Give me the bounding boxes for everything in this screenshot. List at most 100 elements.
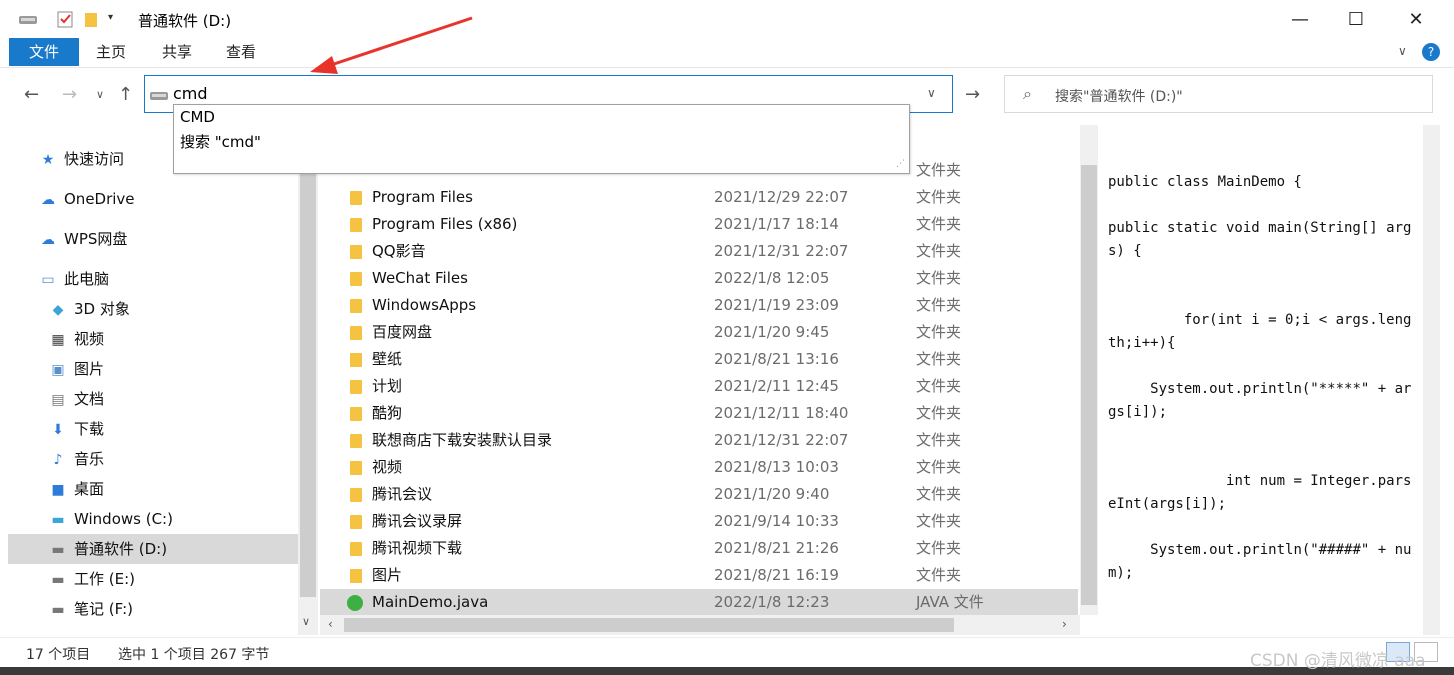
folder-icon	[350, 353, 362, 367]
file-list: 文件夹 Program Files 2021/12/29 22:07 文件夹 Pro…	[320, 125, 1080, 616]
sidebar-scrollbar[interactable]: ∨	[298, 125, 318, 635]
sidebar-item-desktop[interactable]: ■ 桌面	[48, 474, 104, 504]
list-item[interactable]: 酷狗 2021/12/11 18:40 文件夹	[320, 400, 1078, 427]
list-item[interactable]: Program Files (x86) 2021/1/17 18:14 文件夹	[320, 211, 1078, 238]
folder-icon	[350, 299, 362, 313]
properties-icon[interactable]	[56, 10, 74, 32]
list-item[interactable]: 联想商店下载安装默认目录 2021/12/31 22:07 文件夹	[320, 427, 1078, 454]
sidebar-item-pictures[interactable]: ▣ 图片	[48, 354, 104, 384]
folder-icon	[350, 191, 362, 205]
sidebar-item-drive-e[interactable]: ▬ 工作 (E:)	[48, 564, 135, 594]
folder-icon	[350, 272, 362, 286]
sidebar-item-music[interactable]: ♪ 音乐	[48, 444, 104, 474]
selection-info: 选中 1 个项目 267 字节	[118, 647, 270, 663]
preview-pane: public class MainDemo { public static vo…	[1100, 125, 1422, 635]
list-item-selected[interactable]: MainDemo.java 2022/1/8 12:23 JAVA 文件	[320, 589, 1078, 616]
item-count: 17 个项目	[26, 647, 91, 663]
list-item[interactable]: 视频 2021/8/13 10:03 文件夹	[320, 454, 1078, 481]
folder-icon	[350, 515, 362, 529]
folder-icon	[350, 326, 362, 340]
list-item[interactable]: QQ影音 2021/12/31 22:07 文件夹	[320, 238, 1078, 265]
list-item[interactable]: 腾讯会议录屏 2021/9/14 10:33 文件夹	[320, 508, 1078, 535]
tab-home[interactable]: 主页	[84, 38, 138, 66]
tab-file[interactable]: 文件	[9, 38, 79, 66]
minimize-button[interactable]: —	[1272, 0, 1328, 38]
folder-icon	[350, 542, 362, 556]
list-item[interactable]: 计划 2021/2/11 12:45 文件夹	[320, 373, 1078, 400]
list-item[interactable]: 图片 2021/8/21 16:19 文件夹	[320, 562, 1078, 589]
go-arrow-icon[interactable]: →	[965, 84, 980, 105]
drive-icon: ▬	[51, 542, 65, 558]
search-field[interactable]: ⌕ 搜索"普通软件 (D:)"	[1004, 75, 1433, 113]
drive-icon[interactable]	[18, 12, 38, 30]
music-icon: ♪	[53, 452, 63, 468]
title-bar: ▾ 普通软件 (D:) — ☐ ✕	[0, 0, 1454, 38]
drive-icon: ▬	[51, 512, 65, 528]
search-icon: ⌕	[1023, 84, 1032, 103]
file-list-horizontal-scrollbar[interactable]: ‹ ›	[320, 615, 1080, 635]
address-history-chevron-icon[interactable]: ∨	[927, 86, 936, 100]
tab-view[interactable]: 查看	[214, 38, 268, 66]
list-item[interactable]: WindowsApps 2021/1/19 23:09 文件夹	[320, 292, 1078, 319]
chevron-down-icon[interactable]: ▾	[108, 12, 113, 23]
scroll-left-icon[interactable]: ‹	[328, 617, 333, 631]
resize-grip-icon[interactable]: ⋰	[896, 159, 905, 169]
annotation-arrow-icon	[310, 16, 473, 74]
desktop-background	[0, 667, 1454, 675]
list-item[interactable]: Program Files 2021/12/29 22:07 文件夹	[320, 184, 1078, 211]
sidebar-item-videos[interactable]: ▦ 视频	[48, 324, 104, 354]
address-input[interactable]: cmd	[173, 84, 208, 103]
desktop-icon: ■	[51, 482, 65, 498]
sidebar-item-drive-c[interactable]: ▬ Windows (C:)	[48, 504, 173, 534]
list-item[interactable]: 腾讯视频下载 2021/8/21 21:26 文件夹	[320, 535, 1078, 562]
sidebar-scroll-thumb[interactable]	[300, 137, 316, 597]
folder-icon	[350, 569, 362, 583]
drive-icon: ▬	[51, 572, 65, 588]
new-folder-icon[interactable]	[83, 10, 99, 32]
address-suggestions-dropdown: CMD 搜索 "cmd" ⋰	[173, 104, 910, 174]
close-button[interactable]: ✕	[1388, 0, 1444, 38]
recent-locations-icon[interactable]: ∨	[96, 88, 104, 101]
horizontal-scroll-thumb[interactable]	[344, 618, 954, 632]
sidebar-item-documents[interactable]: ▤ 文档	[48, 384, 104, 414]
list-item[interactable]: 壁纸 2021/8/21 13:16 文件夹	[320, 346, 1078, 373]
up-arrow-icon[interactable]: ↑	[118, 84, 133, 105]
sidebar-item-downloads[interactable]: ⬇ 下载	[48, 414, 104, 444]
drive-icon: ▬	[51, 602, 65, 618]
folder-icon	[350, 380, 362, 394]
sidebar-item-drive-d[interactable]: ▬ 普通软件 (D:)	[48, 534, 167, 564]
list-item[interactable]: 腾讯会议 2021/1/20 9:40 文件夹	[320, 481, 1078, 508]
sidebar-item-this-pc[interactable]: ▭ 此电脑	[38, 264, 109, 294]
suggestion-item[interactable]: 搜索 "cmd"	[180, 131, 261, 152]
folder-icon	[350, 461, 362, 475]
sidebar-item-wps[interactable]: ☁ WPS网盘	[38, 224, 127, 254]
tab-share[interactable]: 共享	[150, 38, 204, 66]
maximize-button[interactable]: ☐	[1328, 0, 1384, 38]
back-arrow-icon[interactable]: ←	[24, 84, 39, 105]
ribbon-expand-icon[interactable]: ∨	[1398, 44, 1407, 58]
forward-arrow-icon[interactable]: →	[62, 84, 77, 105]
scroll-down-icon[interactable]: ∨	[302, 615, 310, 628]
cloud-icon: ☁	[41, 192, 55, 208]
watermark: CSDN @清风微凉 aaa	[1250, 651, 1426, 671]
list-item[interactable]: 百度网盘 2021/1/20 9:45 文件夹	[320, 319, 1078, 346]
preview-scrollbar[interactable]	[1423, 125, 1440, 635]
download-icon: ⬇	[52, 422, 64, 438]
folder-icon	[350, 407, 362, 421]
suggestion-item[interactable]: CMD	[180, 108, 215, 126]
window-title: 普通软件 (D:)	[138, 12, 232, 30]
search-input[interactable]: 搜索"普通软件 (D:)"	[1055, 86, 1183, 106]
scroll-right-icon[interactable]: ›	[1062, 617, 1067, 631]
picture-icon: ▣	[51, 362, 65, 378]
list-item[interactable]: WeChat Files 2022/1/8 12:05 文件夹	[320, 265, 1078, 292]
drive-icon	[149, 88, 169, 106]
sidebar-item-quick-access[interactable]: ★ 快速访问	[38, 144, 124, 174]
sidebar-item-onedrive[interactable]: ☁ OneDrive	[38, 184, 135, 214]
help-icon[interactable]: ?	[1422, 43, 1440, 61]
file-list-scrollbar[interactable]	[1080, 125, 1098, 615]
file-list-scroll-thumb[interactable]	[1081, 165, 1097, 605]
sidebar-item-3d-objects[interactable]: ◆ 3D 对象	[48, 294, 130, 324]
sidebar-item-drive-f[interactable]: ▬ 笔记 (F:)	[48, 594, 133, 624]
document-icon: ▤	[51, 392, 65, 408]
folder-icon	[350, 488, 362, 502]
